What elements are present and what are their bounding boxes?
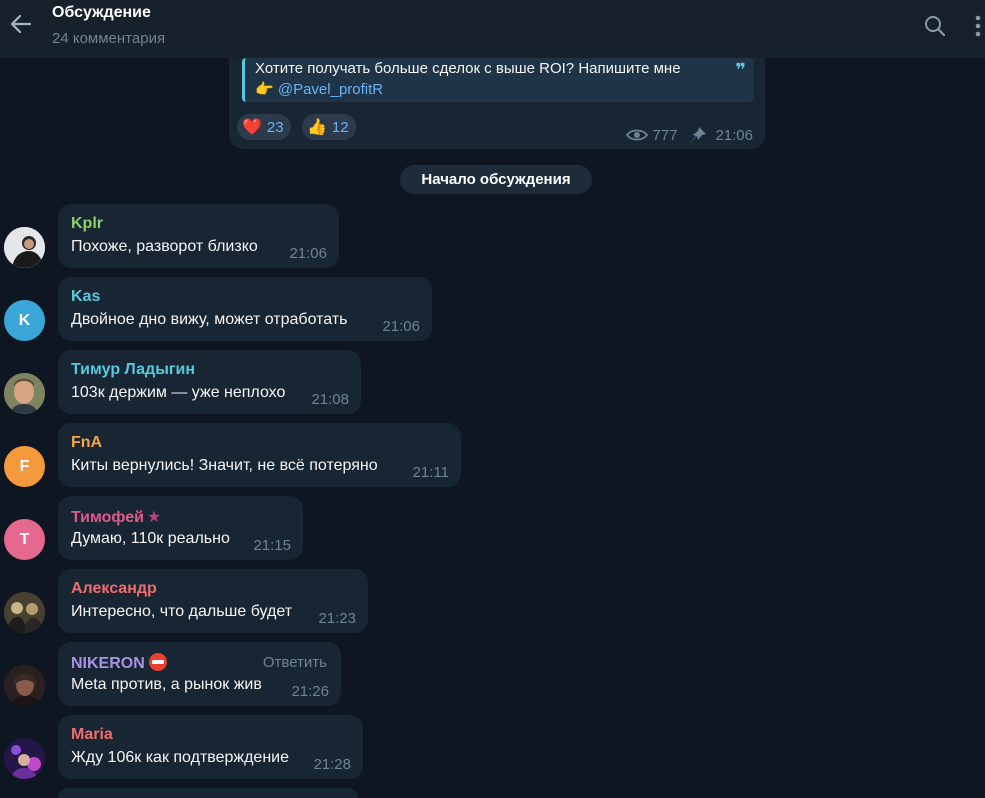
discussion-start-label: Начало обсуждения [400,165,592,194]
avatar[interactable] [4,592,45,633]
comment-author[interactable]: NIKERON [71,653,167,673]
avatar[interactable]: T [4,519,45,560]
comment-text: Думаю, 110к реально [71,530,230,547]
arrow-left-icon [10,14,32,34]
post-text: Хотите получать больше сделок с выше ROI… [255,60,681,77]
more-vertical-icon [975,15,981,37]
comment-time: 21:23 [318,610,356,627]
comment-author[interactable]: Maria [71,726,113,744]
search-button[interactable] [923,14,947,38]
comment-text: Meta против, а рынок жив [71,676,262,693]
chat-title: Обсуждение [52,4,151,21]
pin-icon [690,127,707,143]
comment-text: 103к держим — уже неплохо [71,384,286,401]
avatar-photo [4,665,45,706]
comment-item: F FnA Киты вернулись! Значит, не всё пот… [0,423,985,487]
comment-time: 21:11 [412,464,449,481]
comment-time: 21:06 [382,318,420,335]
comment-time: 21:26 [291,683,329,700]
comment-author[interactable]: Тимофей ★ [71,507,161,527]
comment-time: 21:06 [289,245,327,262]
comment-text: Жду 106к как подтверждение [71,749,289,766]
reaction-count: 12 [331,118,349,136]
comment-bubble-partial [58,788,358,798]
comment-text: Двойное дно вижу, может отработать [71,311,348,328]
pointing-hand-icon: 👉 [255,81,274,98]
comment-author[interactable]: Тимур Ладыгин [71,361,195,379]
comment-bubble[interactable]: Kplr Похоже, разворот близко 21:06 [58,204,339,268]
more-menu-button[interactable] [971,12,985,40]
reaction-count: 23 [266,118,284,136]
avatar-letter: K [18,311,31,329]
reaction-heart[interactable]: ❤️ 23 [237,114,291,140]
avatar[interactable] [4,665,45,706]
chat-header: Обсуждение 24 комментария [0,0,985,58]
post-quote: Хотите получать больше сделок с выше ROI… [242,58,754,102]
avatar[interactable] [4,227,45,268]
avatar-photo [4,373,45,414]
comment-time: 21:08 [311,391,349,408]
comment-author[interactable]: Александр [71,580,157,598]
no-entry-icon [148,653,167,671]
comment-item: Александр Интересно, что дальше будет 21… [0,569,985,633]
comment-count: 24 комментария [52,30,166,47]
comment-item: NIKERON Ответить Meta против, а рынок жи… [0,642,985,706]
post-link-line: 👉 @Pavel_profitR [255,80,383,98]
view-count: 777 [652,126,678,144]
avatar[interactable]: F [4,446,45,487]
avatar-letter: T [19,530,30,548]
post-time: 21:06 [715,126,753,144]
avatar-photo [4,592,45,633]
author-link[interactable]: @Pavel_profitR [278,81,383,98]
comment-text: Киты вернулись! Значит, не всё потеряно [71,457,378,474]
avatar-photo [4,227,45,268]
comment-bubble[interactable]: Тимур Ладыгин 103к держим — уже неплохо … [58,350,361,414]
back-button[interactable] [8,10,34,38]
comment-item: Kplr Похоже, разворот близко 21:06 [0,204,985,268]
comment-author[interactable]: Kas [71,288,100,306]
avatar-letter: F [19,457,30,475]
comment-text: Интересно, что дальше будет [71,603,293,620]
comment-time: 21:15 [253,537,291,554]
reply-button[interactable]: Ответить [263,654,327,671]
author-name: Тимофей [71,509,144,526]
comment-bubble[interactable]: Александр Интересно, что дальше будет 21… [58,569,368,633]
comment-item: Тимур Ладыгин 103к держим — уже неплохо … [0,350,985,414]
avatar[interactable]: K [4,300,45,341]
comment-item: T Тимофей ★ Думаю, 110к реально 21:15 [0,496,985,560]
comment-item: K Kas Двойное дно вижу, может отработать… [0,277,985,341]
search-icon [925,16,946,37]
heart-icon: ❤️ [242,119,262,136]
thumbs-up-icon: 👍 [307,119,327,136]
comment-author[interactable]: Kplr [71,215,103,233]
avatar-photo [4,738,45,779]
comment-item: Maria Жду 106к как подтверждение 21:28 [0,715,985,779]
eye-icon [626,129,649,141]
reaction-thumbs-up[interactable]: 👍 12 [302,114,356,140]
comment-author[interactable]: FnA [71,434,102,452]
comment-bubble[interactable]: FnA Киты вернулись! Значит, не всё потер… [58,423,461,487]
comment-bubble[interactable]: Тимофей ★ Думаю, 110к реально 21:15 [58,496,303,560]
comment-text: Похоже, разворот близко [71,238,258,255]
comment-time: 21:28 [313,756,351,773]
author-name: NIKERON [71,655,145,672]
star-icon: ★ [146,509,162,526]
comment-bubble[interactable]: NIKERON Ответить Meta против, а рынок жи… [58,642,341,706]
avatar[interactable] [4,373,45,414]
comment-bubble[interactable]: Kas Двойное дно вижу, может отработать 2… [58,277,432,341]
post-meta: 777 21:06 [626,126,753,144]
quote-icon: ❞ [735,60,746,80]
comment-bubble[interactable]: Maria Жду 106к как подтверждение 21:28 [58,715,363,779]
avatar[interactable] [4,738,45,779]
